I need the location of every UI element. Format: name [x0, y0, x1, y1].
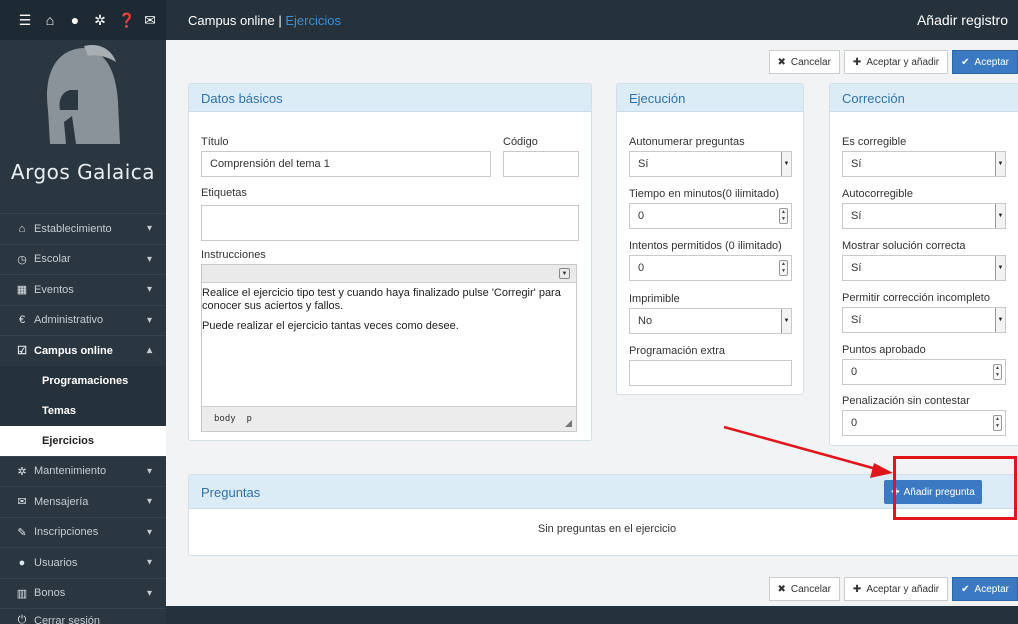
annotation-arrow: [723, 425, 893, 478]
annotation-highlight-box: [893, 456, 1017, 520]
